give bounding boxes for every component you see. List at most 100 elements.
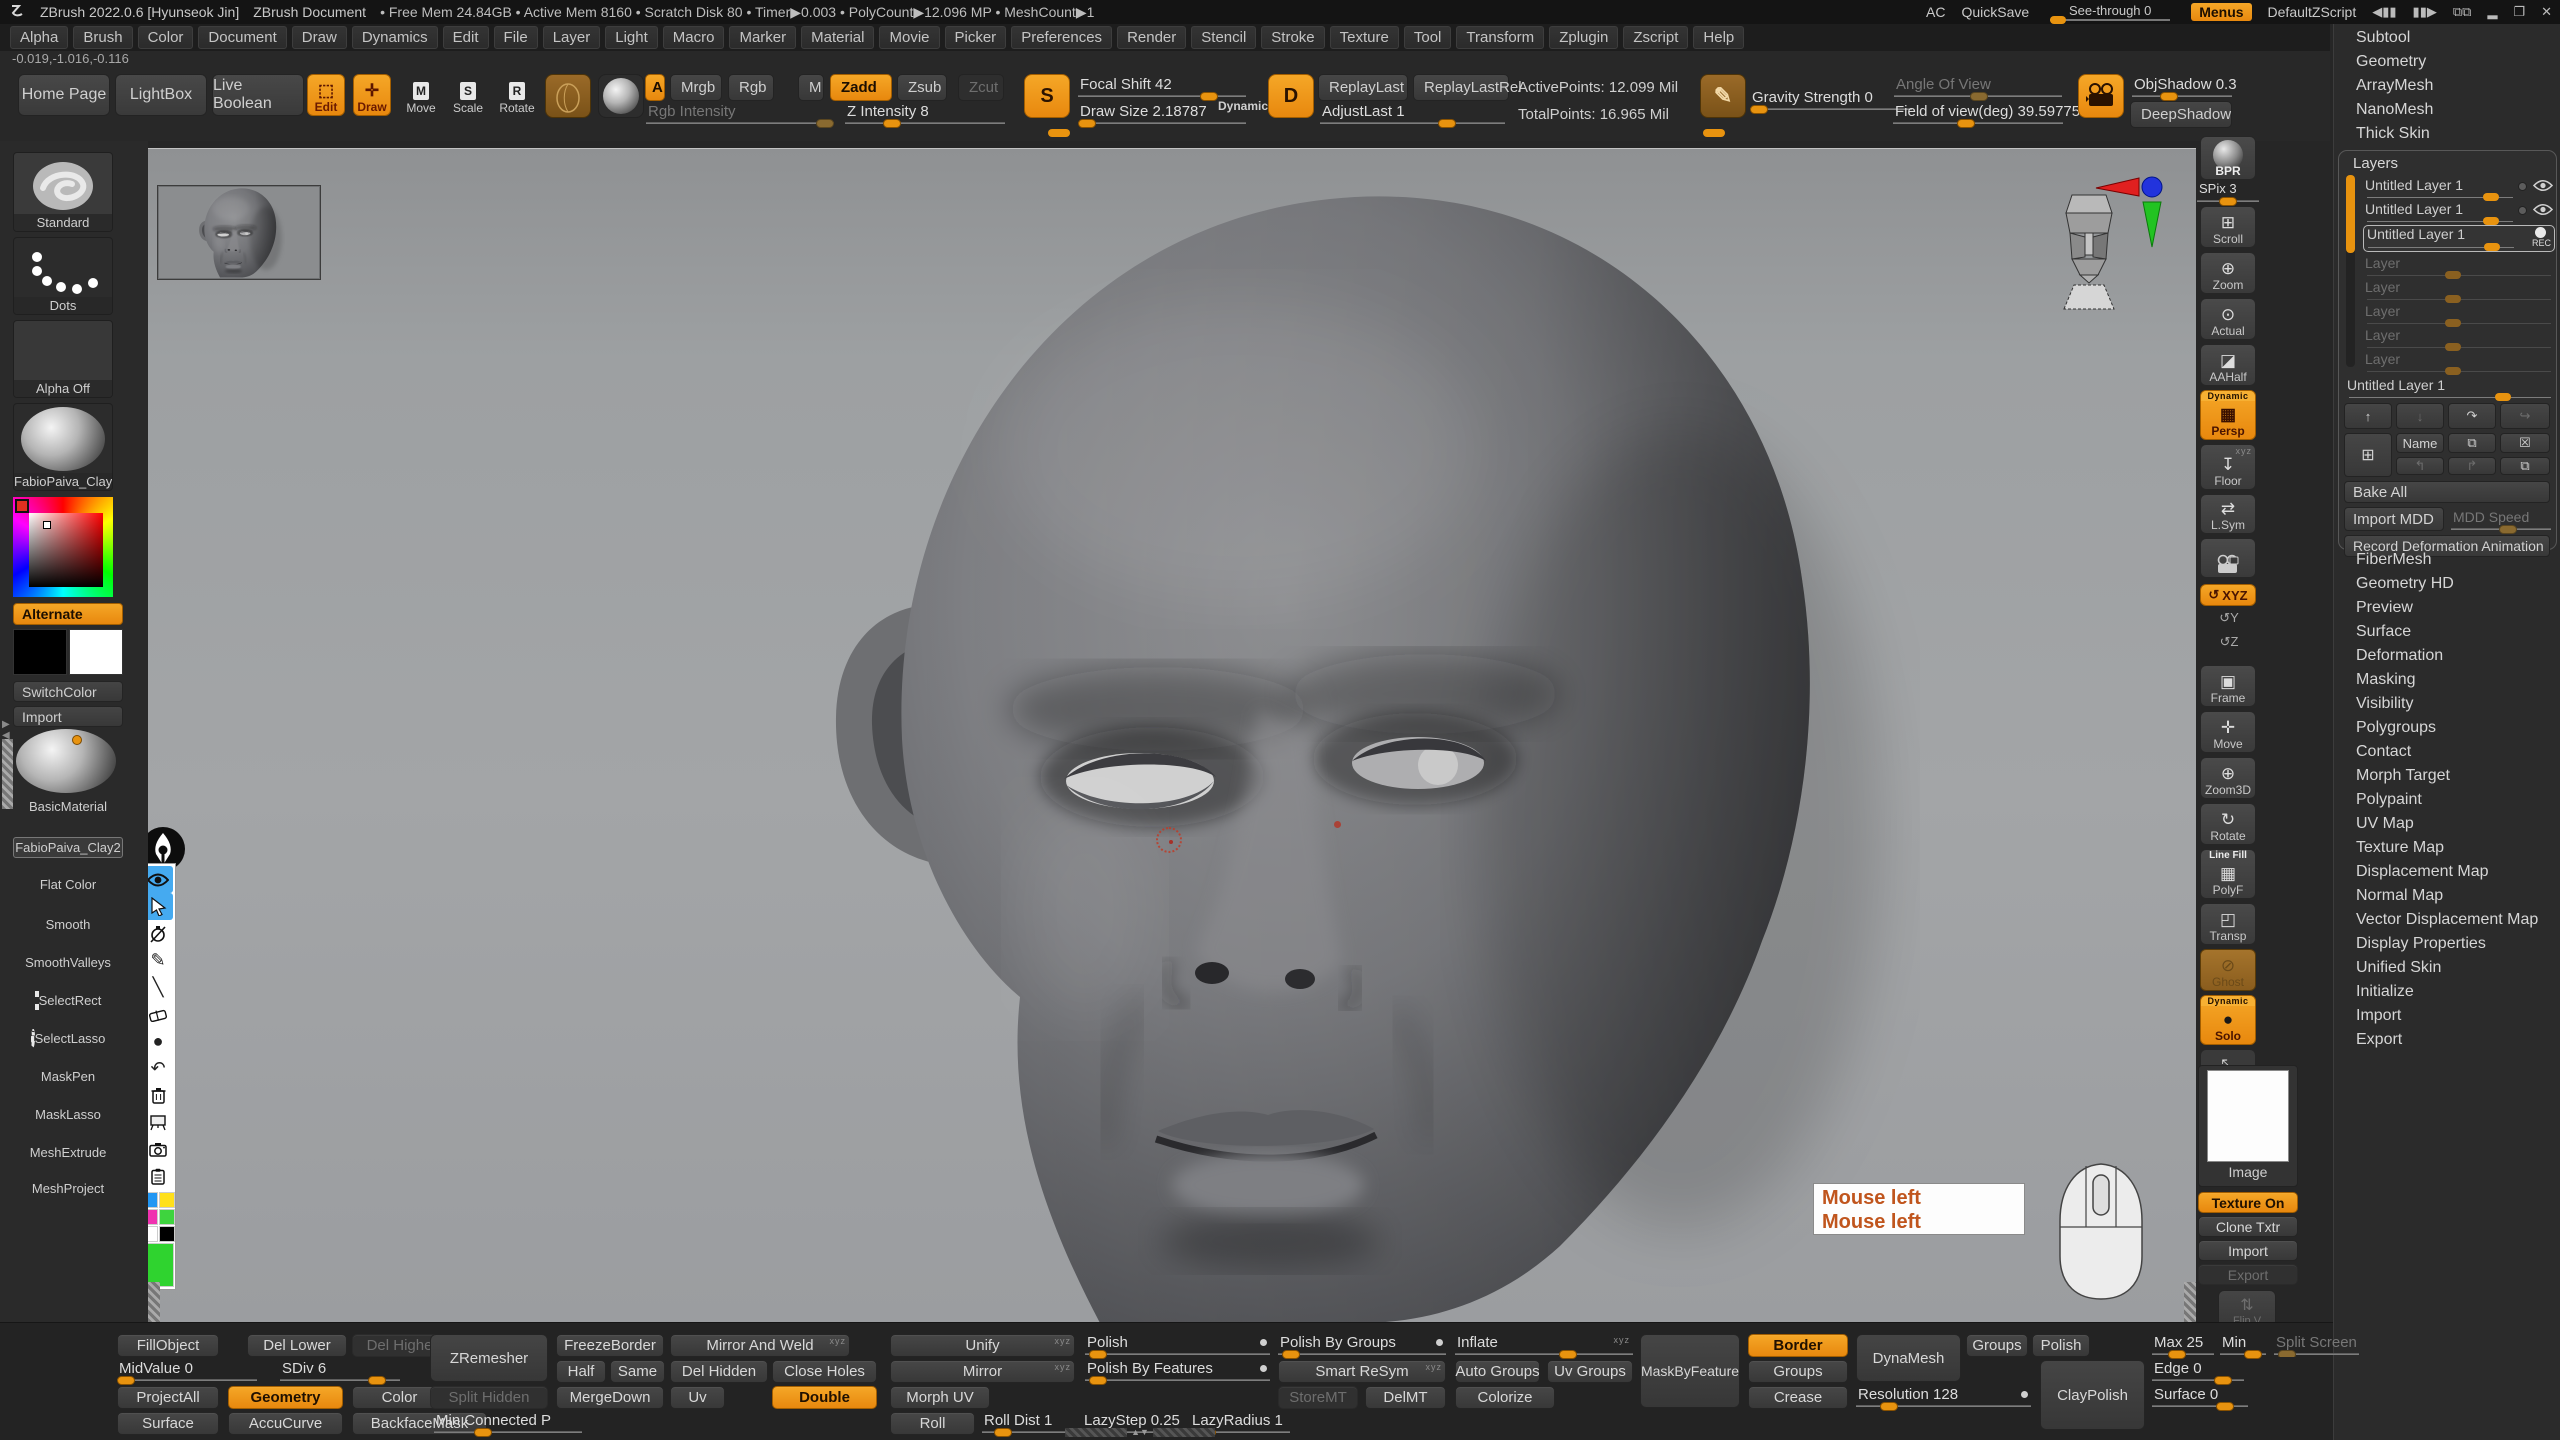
tool-section-header[interactable]: Polygroups [2334,716,2560,740]
close-button[interactable]: ✕ [2541,4,2552,20]
project-all-button[interactable]: ProjectAll [117,1386,219,1409]
quick-item-smooth-brush[interactable]: Smooth [13,917,123,932]
m-button[interactable]: M [798,74,824,101]
home-page-button[interactable]: Home Page [18,74,110,116]
current-alpha-thumbnail[interactable]: Alpha Off [13,320,113,398]
secondary-color-swatch[interactable] [69,629,123,675]
quick-item-smoothvalleys-brush[interactable]: SmoothValleys [13,955,123,970]
texture-on-button[interactable]: Texture On [2198,1192,2298,1213]
minimize-button[interactable]: ▂ [2487,4,2497,20]
layers-title[interactable]: Layers [2341,155,2554,172]
menu-item[interactable]: Alpha [10,26,68,49]
tool-section-header[interactable]: Normal Map [2334,884,2560,908]
unify-button[interactable]: Unifyxyz [890,1334,1075,1357]
annotation-hide-timer-button[interactable] [148,920,173,947]
edge-slider[interactable]: Edge 0 [2152,1360,2244,1383]
layer-merge-down-button[interactable]: ↰ [2396,457,2444,475]
axis-gizmo[interactable] [2093,175,2171,253]
palette-blue[interactable] [148,1192,158,1208]
menu-item[interactable]: Tool [1404,26,1452,49]
color-picker-hue-ring[interactable] [13,497,113,597]
tool-section-header[interactable]: Geometry [2334,50,2560,74]
annotation-undo-button[interactable]: ↶ [148,1055,173,1082]
dynamesh-groups-button[interactable]: Groups [1966,1334,2028,1357]
menu-item[interactable]: Stencil [1191,26,1256,49]
tool-section-header[interactable]: ArrayMesh [2334,74,2560,98]
move-mode-button[interactable]: M Move [403,74,439,116]
tool-section-header[interactable]: Vector Displacement Map [2334,908,2560,932]
annotation-whiteboard-button[interactable] [148,1109,173,1136]
palette-black[interactable] [159,1226,175,1242]
layer-2-mode-dot[interactable] [2518,206,2527,215]
document-mini-preview[interactable] [158,186,320,279]
smart-resym-button[interactable]: Smart ReSymxyz [1278,1360,1446,1383]
merge-down-button[interactable]: MergeDown [556,1386,664,1409]
sdiv-slider[interactable]: SDiv 6 [280,1360,400,1383]
ac-button[interactable]: AC [1926,4,1945,20]
z-intensity-slider[interactable]: Z Intensity 8 [845,103,1005,126]
roll-dist-slider[interactable]: Roll Dist 1 [982,1412,1074,1435]
zremesher-button[interactable]: ZRemesher [430,1334,548,1382]
menus-button[interactable]: Menus [2191,3,2251,21]
palette-green[interactable] [159,1209,175,1225]
quick-item-meshproject[interactable]: MeshProject [13,1181,123,1196]
tool-section-header[interactable]: Preview [2334,596,2560,620]
layer-1-eye-icon[interactable] [2533,179,2553,192]
border-button[interactable]: Border [1748,1334,1848,1357]
replay-last-button[interactable]: ReplayLast [1318,74,1408,101]
layer-move-up-button[interactable]: ↑ [2344,403,2392,429]
menu-item[interactable]: File [494,26,538,49]
bake-all-button[interactable]: Bake All [2344,481,2550,503]
tool-section-header[interactable]: Unified Skin [2334,956,2560,980]
colorize-button[interactable]: Colorize [1455,1386,1555,1409]
layer-new-button[interactable]: ⊞ [2344,433,2392,477]
spix-slider[interactable]: SPix 3 [2197,181,2259,204]
annotation-cursor-button[interactable] [148,893,173,920]
edit-mode-button[interactable]: ⬚ Edit [307,74,345,116]
color-picker-sv-square[interactable] [29,513,103,587]
morph-uv-button[interactable]: Morph UV [890,1386,990,1409]
accucurve-button[interactable]: AccuCurve [228,1412,343,1435]
zadd-button[interactable]: Zadd [830,74,892,101]
menu-item[interactable]: Macro [663,26,725,49]
mirror-button[interactable]: Mirrorxyz [890,1360,1075,1383]
polyframe-button[interactable]: Line Fill ▦PolyF [2200,849,2256,899]
rotate-y-button[interactable]: ↺Y [2212,610,2246,630]
switch-color-button[interactable]: SwitchColor [13,681,123,702]
layout-windows-icon[interactable]: ⧉⧉ [2453,4,2472,20]
lightbox-button[interactable]: LightBox [115,74,207,116]
annotation-eraser-button[interactable] [148,1001,173,1028]
canvas-corner-grip-left[interactable] [148,1282,160,1322]
stroke-settings-icon[interactable]: S [1024,74,1070,118]
current-stroke-thumbnail[interactable]: Dots [13,237,113,315]
menu-item[interactable]: Stroke [1261,26,1324,49]
tool-section-header[interactable]: Displacement Map [2334,860,2560,884]
quick-item-flat-color[interactable]: Flat Color [13,877,123,892]
current-texture-thumbnail[interactable]: FabioPaiva_Clay2 [13,403,113,491]
del-lower-button[interactable]: Del Lower [247,1334,347,1357]
angle-of-view-slider[interactable]: Angle Of View [1894,76,2062,99]
collapse-right-tray-icon[interactable]: ▮▮▶ [2413,4,2437,20]
left-tray-grip[interactable] [2,739,13,809]
clay-polish-button[interactable]: ClayPolish [2040,1360,2145,1430]
rgb-intensity-slider[interactable]: Rgb Intensity [646,103,834,126]
close-holes-button[interactable]: Close Holes [772,1360,877,1383]
gravity-pencil-icon[interactable]: ✎ [1700,74,1746,118]
layer-duplicate-button[interactable]: ⧉ [2448,433,2496,453]
tool-section-header[interactable]: Morph Target [2334,764,2560,788]
uv-button[interactable]: Uv [670,1386,725,1409]
menu-item[interactable]: Transform [1456,26,1544,49]
draw-mode-button[interactable]: ✛ Draw [353,74,391,116]
frame-button[interactable]: ▣Frame [2200,665,2256,707]
tool-section-header[interactable]: Geometry HD [2334,572,2560,596]
adjust-last-slider[interactable]: AdjustLast 1 [1320,103,1505,126]
quick-item-masklasso[interactable]: MaskLasso [13,1107,123,1122]
freeze-border-button[interactable]: FreezeBorder [556,1334,664,1357]
annotation-eye-button[interactable] [148,866,173,893]
scale-mode-button[interactable]: S Scale [450,74,486,116]
menu-item[interactable]: Texture [1330,26,1399,49]
tool-section-header[interactable]: Deformation [2334,644,2560,668]
shelf-drag-handle-2[interactable] [1703,129,1725,137]
menu-item[interactable]: Draw [292,26,347,49]
left-tray-arrows[interactable]: ▶◀ [2,719,10,741]
